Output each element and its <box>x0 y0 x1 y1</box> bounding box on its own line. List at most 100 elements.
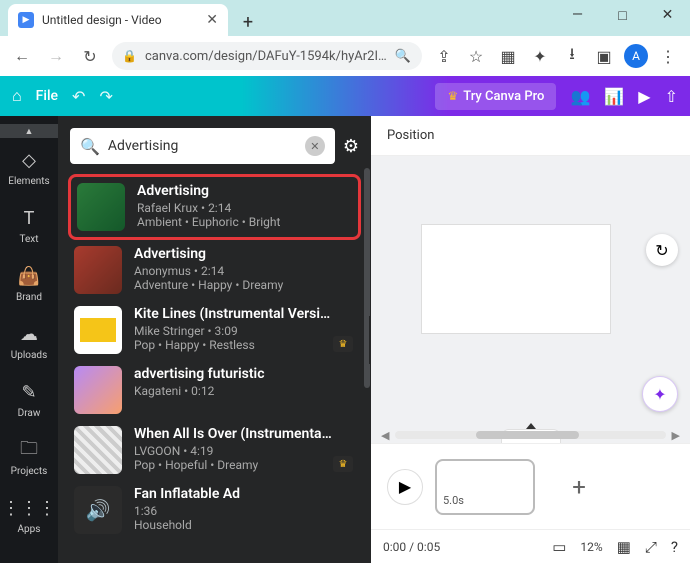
filter-icon[interactable]: ⚙ <box>343 136 359 157</box>
download-icon[interactable]: ⭳ <box>560 44 584 68</box>
track-thumb <box>74 426 122 474</box>
track-thumb <box>74 306 122 354</box>
share-icon-top[interactable]: ⇧ <box>665 87 678 106</box>
new-tab-button[interactable]: + <box>234 8 262 36</box>
add-clip-button[interactable]: + <box>547 459 611 515</box>
refresh-icon[interactable]: ↻ <box>646 234 678 266</box>
left-rail: ▲ ◇Elements TText 👜Brand ☁Uploads ✎Draw … <box>0 116 58 563</box>
help-icon[interactable]: ? <box>671 538 678 556</box>
canvas-frame[interactable] <box>421 224 611 334</box>
forward-button[interactable]: → <box>44 44 68 68</box>
audio-track[interactable]: Advertising Rafael Krux • 2:14 Ambient •… <box>68 174 361 240</box>
track-meta: Anonymus • 2:14 <box>134 264 355 278</box>
window-max[interactable]: □ <box>600 0 645 30</box>
position-button[interactable]: Position <box>387 128 434 143</box>
audio-track[interactable]: advertising futuristic Kagateni • 0:12 <box>68 360 361 420</box>
h-scroll-thumb[interactable] <box>476 431 579 439</box>
analytics-icon[interactable]: 📊 <box>604 87 624 106</box>
track-title: Fan Inflatable Ad <box>134 486 334 502</box>
grid-view-icon[interactable]: ▦ <box>617 538 631 556</box>
fullscreen-icon[interactable]: ⤢ <box>645 538 657 556</box>
menu-icon[interactable]: ⋮ <box>656 44 680 68</box>
scroll-right-icon[interactable]: ▶ <box>672 429 680 442</box>
url-text: canva.com/design/DAFuY-1594k/hyAr2I… <box>145 49 387 64</box>
close-tab-icon[interactable]: ✕ <box>206 12 218 28</box>
browser-tab[interactable]: ▶ Untitled design - Video ✕ <box>8 4 228 36</box>
pages-icon[interactable]: ▭ <box>552 538 566 556</box>
audio-track[interactable]: When All Is Over (Instrumenta… LVGOON • … <box>68 420 361 480</box>
apps-icon: ⋮⋮⋮ <box>18 498 40 520</box>
track-title: advertising futuristic <box>134 366 334 382</box>
track-thumb <box>74 246 122 294</box>
canva-favicon: ▶ <box>18 12 34 28</box>
canvas-stage[interactable]: ↻ ✦ ⌄ ◀ ▶ <box>371 156 690 443</box>
avatar[interactable]: A <box>624 44 648 68</box>
time-display: 0:00 / 0:05 <box>383 540 440 554</box>
redo-icon[interactable]: ↷ <box>99 87 112 106</box>
search-box[interactable]: 🔍 ✕ <box>70 128 335 164</box>
zoom-icon[interactable]: 🔍 <box>395 49 411 64</box>
rail-uploads[interactable]: ☁Uploads <box>0 314 58 370</box>
rail-text[interactable]: TText <box>0 198 58 254</box>
extension-icon[interactable]: ▦ <box>496 44 520 68</box>
track-title: When All Is Over (Instrumenta… <box>134 426 334 442</box>
text-icon: T <box>18 208 40 230</box>
try-pro-button[interactable]: ♛Try Canva Pro <box>435 83 556 110</box>
panel-icon[interactable]: ▣ <box>592 44 616 68</box>
window-min[interactable]: — <box>555 0 600 30</box>
rail-projects[interactable]: 🗀Projects <box>0 430 58 486</box>
h-scroll[interactable]: ◀ ▶ <box>381 429 680 441</box>
track-thumb <box>77 183 125 231</box>
uploads-icon: ☁ <box>18 324 40 346</box>
rail-brand[interactable]: 👜Brand <box>0 256 58 312</box>
puzzle-icon[interactable]: ✦ <box>528 44 552 68</box>
audio-track[interactable]: Advertising Anonymus • 2:14 Adventure • … <box>68 240 361 300</box>
play-button[interactable]: ▶ <box>387 469 423 505</box>
track-title: Kite Lines (Instrumental Versi… <box>134 306 334 322</box>
draw-icon: ✎ <box>18 382 40 404</box>
clear-search-icon[interactable]: ✕ <box>305 136 325 156</box>
tab-title: Untitled design - Video <box>42 13 198 27</box>
undo-icon[interactable]: ↶ <box>72 87 85 106</box>
track-tags: Ambient • Euphoric • Bright <box>137 215 352 229</box>
url-box[interactable]: 🔒 canva.com/design/DAFuY-1594k/hyAr2I… 🔍 <box>112 42 422 70</box>
track-tags: Pop • Hopeful • Dreamy <box>134 458 355 472</box>
track-tags: Adventure • Happy • Dreamy <box>134 278 355 292</box>
search-icon: 🔍 <box>80 137 100 156</box>
elements-icon: ◇ <box>18 150 40 172</box>
window-close[interactable]: ✕ <box>645 0 690 30</box>
zoom-level[interactable]: 12% <box>580 540 602 554</box>
people-icon[interactable]: 👥 <box>570 87 590 106</box>
rail-scroll-up[interactable]: ▲ <box>0 124 58 138</box>
track-title: Advertising <box>134 246 334 262</box>
magic-icon[interactable]: ✦ <box>642 376 678 412</box>
address-bar: ← → ↻ 🔒 canva.com/design/DAFuY-1594k/hyA… <box>0 36 690 76</box>
brand-icon: 👜 <box>18 266 40 288</box>
audio-track[interactable]: Kite Lines (Instrumental Versi… Mike Str… <box>68 300 361 360</box>
rail-elements[interactable]: ◇Elements <box>0 140 58 196</box>
track-meta: 1:36 <box>134 504 355 518</box>
share-icon[interactable]: ⇪ <box>432 44 456 68</box>
back-button[interactable]: ← <box>10 44 34 68</box>
pro-badge-icon: ♛ <box>333 456 353 472</box>
search-input[interactable] <box>108 138 297 154</box>
rail-draw[interactable]: ✎Draw <box>0 372 58 428</box>
track-meta: LVGOON • 4:19 <box>134 444 355 458</box>
star-icon[interactable]: ☆ <box>464 44 488 68</box>
file-menu[interactable]: File <box>36 88 58 104</box>
present-icon[interactable]: ▶ <box>638 87 650 106</box>
audio-track[interactable]: 🔊 Fan Inflatable Ad 1:36 Household <box>68 480 361 540</box>
reload-button[interactable]: ↻ <box>78 44 102 68</box>
track-tags: Household <box>134 518 355 532</box>
lock-icon: 🔒 <box>122 49 137 63</box>
track-thumb <box>74 366 122 414</box>
canva-top-bar: ⌂ File ↶ ↷ ♛Try Canva Pro 👥 📊 ▶ ⇧ <box>0 76 690 116</box>
home-icon[interactable]: ⌂ <box>12 86 22 106</box>
timeline-clip[interactable]: 5.0s <box>435 459 535 515</box>
scroll-left-icon[interactable]: ◀ <box>381 429 389 442</box>
track-title: Advertising <box>137 183 337 199</box>
rail-apps[interactable]: ⋮⋮⋮Apps <box>0 488 58 544</box>
canvas-toolbar: Position <box>371 116 690 156</box>
track-meta: Rafael Krux • 2:14 <box>137 201 352 215</box>
timeline: ▶ 5.0s + 0:00 / 0:05 ▭ 12% ▦ ⤢ ? <box>371 443 690 563</box>
